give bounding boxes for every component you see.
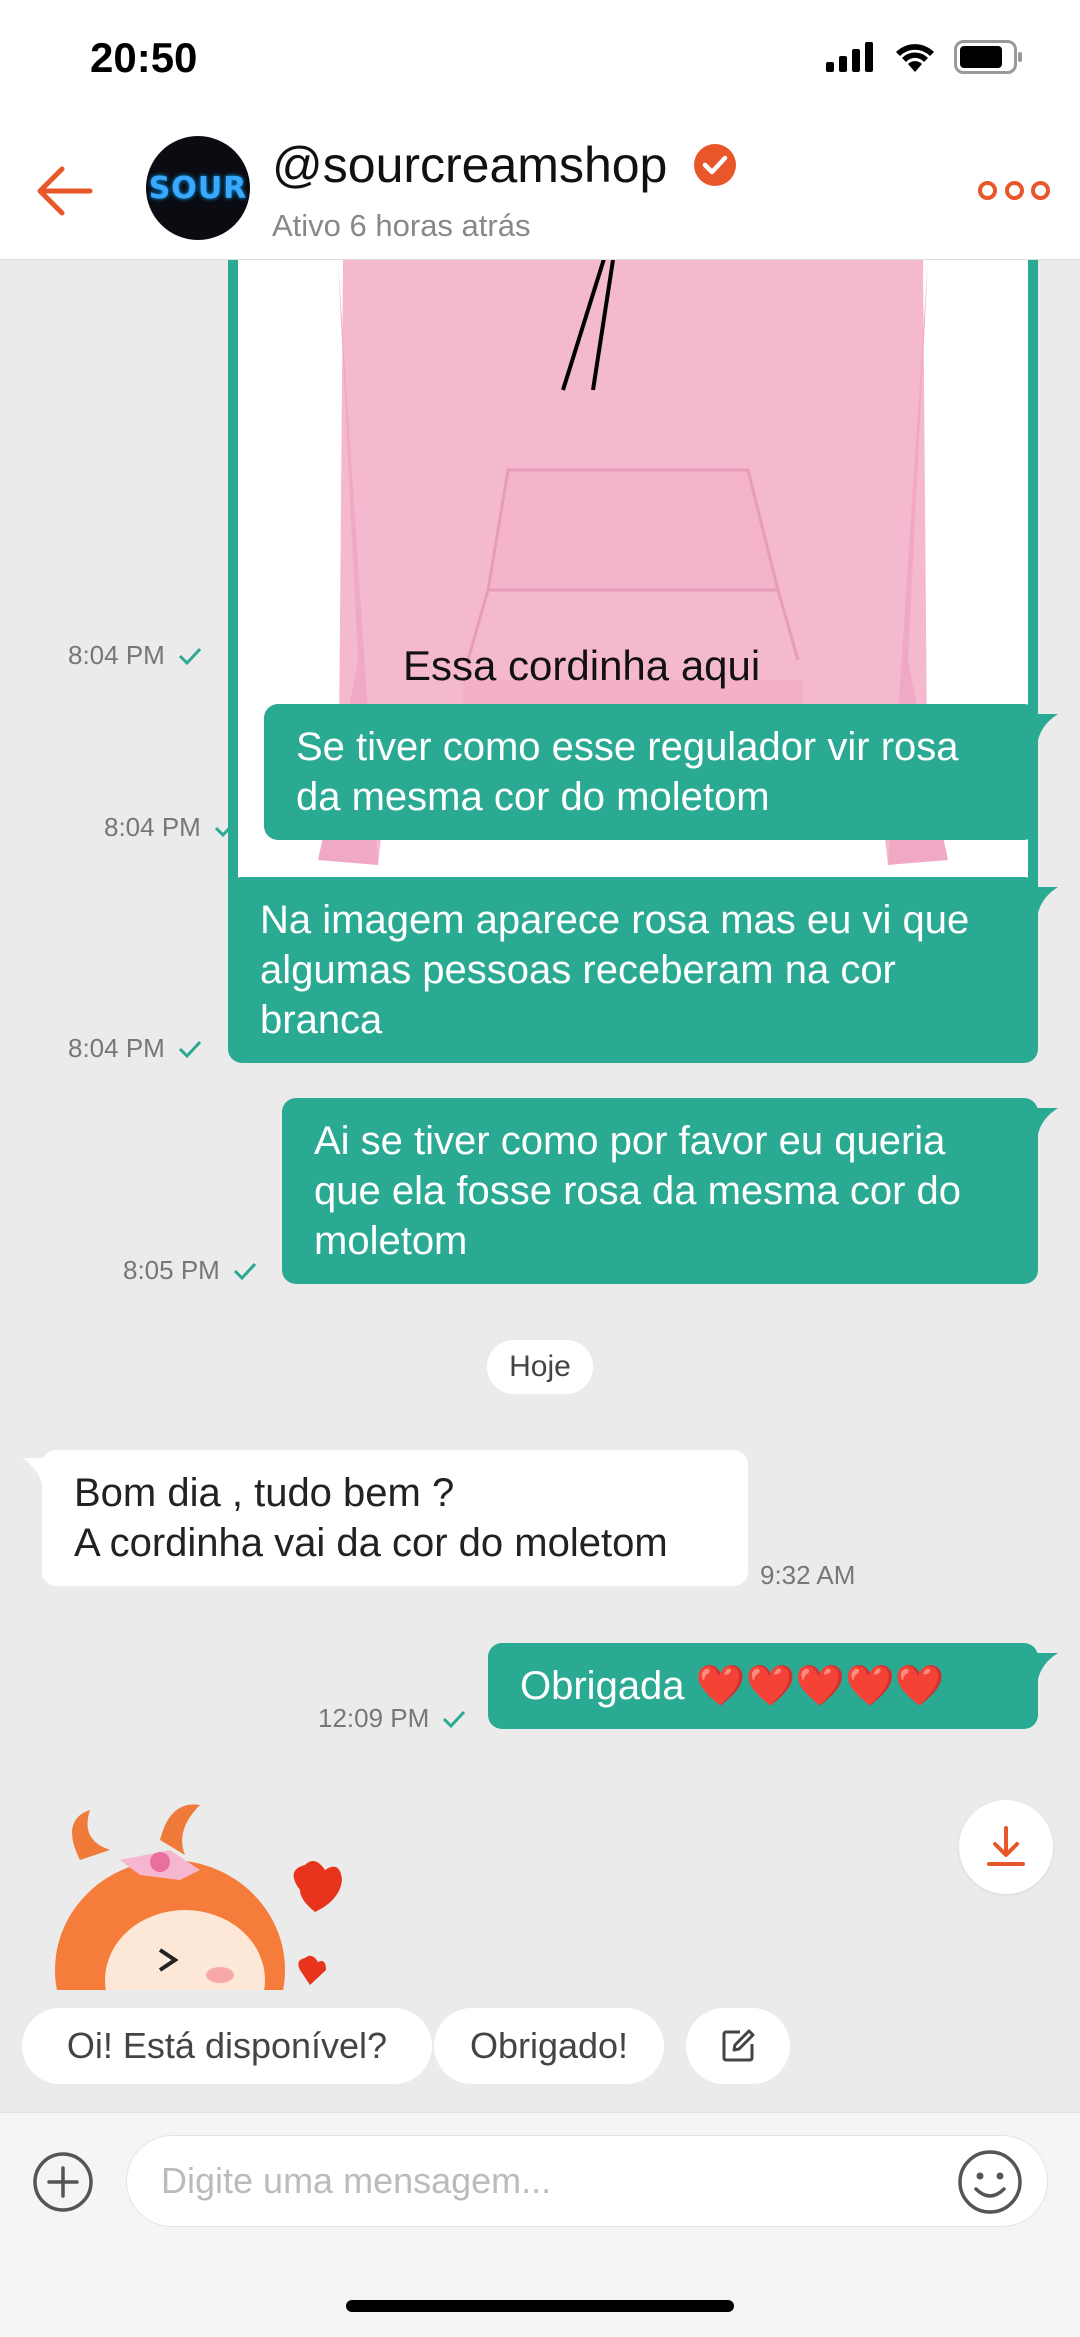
bubble-tail <box>1032 714 1058 740</box>
time-label: 8:04 PM <box>104 812 201 842</box>
outgoing-message[interactable]: Obrigada ❤️❤️❤️❤️❤️ <box>488 1643 1038 1729</box>
message-line: da mesma cor do moletom <box>296 775 770 819</box>
battery-icon <box>954 40 1022 74</box>
home-area <box>0 2247 1080 2337</box>
chat-header: SOUR @sourcreamshop Ativo 6 horas atrás <box>0 118 1080 260</box>
image-caption: Essa cordinha aqui <box>403 642 761 689</box>
message-line: Se tiver como esse regulador vir rosa <box>296 725 959 769</box>
message-time: 8:04 PM <box>104 812 239 843</box>
back-arrow-icon[interactable] <box>30 156 100 226</box>
edit-icon <box>722 2029 755 2062</box>
status-bar: 20:50 <box>0 0 1080 118</box>
avatar-logo-text: SOUR <box>148 170 248 206</box>
outgoing-message[interactable]: Se tiver como esse regulador vir rosa da… <box>264 704 1038 840</box>
message-line: Bom dia , tudo bem ? <box>74 1471 455 1515</box>
checkmark-icon <box>214 819 237 837</box>
message-time: 9:32 AM <box>760 1560 855 1591</box>
status-time: 20:50 <box>90 34 198 81</box>
time-label: 12:09 PM <box>318 1703 430 1733</box>
shop-name[interactable]: @sourcreamshop <box>272 136 667 194</box>
verified-icon <box>694 144 736 186</box>
message-line: Ai se tiver como por favor eu queria <box>314 1119 946 1163</box>
bubble-tail <box>1032 1108 1058 1134</box>
quick-reply-chip[interactable]: Oi! Está disponível? <box>22 2008 432 2084</box>
message-time: 12:09 PM <box>318 1703 467 1734</box>
time-label: 8:04 PM <box>68 1033 165 1063</box>
message-line: que ela fosse rosa da mesma cor do <box>314 1169 962 1213</box>
time-label: 8:04 PM <box>68 640 165 670</box>
more-icon[interactable] <box>978 172 1050 208</box>
message-line: algumas pessoas receberam na cor <box>260 948 896 992</box>
download-button[interactable] <box>959 1800 1053 1894</box>
chat-area[interactable]: Essa cordinha aqui 8:04 PM Se tiver como… <box>0 260 1080 1990</box>
download-icon <box>987 1826 1025 1866</box>
time-label: 9:32 AM <box>760 1560 856 1590</box>
message-line: A cordinha vai da cor do moletom <box>74 1521 668 1565</box>
outgoing-message[interactable]: Ai se tiver como por favor eu queria que… <box>282 1098 1038 1284</box>
home-indicator[interactable] <box>346 2300 734 2312</box>
checkmark-icon <box>178 647 201 665</box>
sticker-image[interactable] <box>50 1800 380 1990</box>
signal-icon <box>826 42 873 72</box>
message-line: branca <box>260 998 383 1042</box>
incoming-message[interactable]: Bom dia , tudo bem ? A cordinha vai da c… <box>42 1450 748 1586</box>
message-input-bar: Digite uma mensagem... <box>0 2112 1080 2247</box>
message-time: 8:04 PM <box>68 640 203 671</box>
checkmark-icon <box>178 1040 201 1058</box>
time-label: 8:05 PM <box>123 1255 220 1285</box>
date-separator: Hoje <box>487 1340 593 1394</box>
quick-replies: Oi! Está disponível? Obrigado! <box>0 1990 1080 2110</box>
message-line: Obrigada ❤️❤️❤️❤️❤️ <box>520 1664 945 1708</box>
checkmark-icon <box>233 1262 256 1280</box>
message-input[interactable]: Digite uma mensagem... <box>126 2135 1048 2227</box>
wifi-icon <box>896 44 934 72</box>
checkmark-icon <box>443 1710 466 1728</box>
message-time: 8:04 PM <box>68 1033 203 1064</box>
shop-status: Ativo 6 horas atrás <box>272 208 531 243</box>
message-line: moletom <box>314 1219 468 1263</box>
emoji-icon[interactable] <box>957 2149 1023 2215</box>
quick-reply-chip[interactable]: Obrigado! <box>434 2008 664 2084</box>
plus-circle-icon[interactable] <box>32 2151 94 2213</box>
message-time: 8:05 PM <box>123 1255 258 1286</box>
shop-avatar[interactable]: SOUR <box>146 136 250 240</box>
edit-quick-replies-button[interactable] <box>686 2008 790 2084</box>
bubble-tail <box>1032 887 1058 913</box>
message-line: Na imagem aparece rosa mas eu vi que <box>260 898 970 942</box>
bubble-tail <box>1032 1653 1058 1679</box>
status-icons <box>826 40 1024 74</box>
outgoing-message[interactable]: Na imagem aparece rosa mas eu vi que alg… <box>228 877 1038 1063</box>
